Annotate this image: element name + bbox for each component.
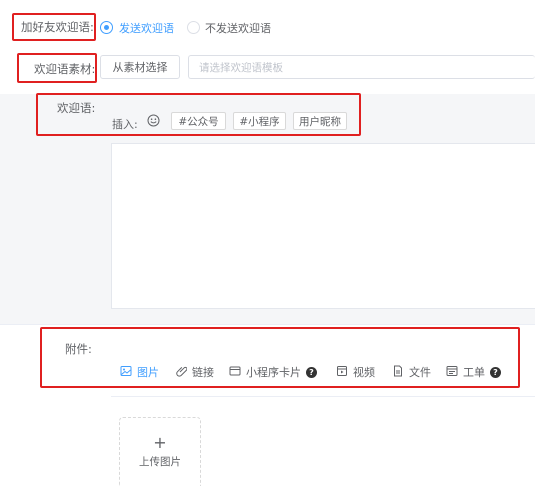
welcome-switch-label: 加好友欢迎语: [21,20,94,34]
highlight-box [40,327,520,388]
template-select-input[interactable]: 请选择欢迎语模板 [188,55,535,79]
radio-label[interactable]: 发送欢迎语 [119,20,174,36]
select-from-material-button[interactable]: 从素材选择 [100,55,180,79]
radio-label[interactable]: 不发送欢迎语 [205,20,271,36]
upload-image-button[interactable]: + 上传图片 [119,417,201,486]
plus-icon: + [153,432,167,452]
divider [0,324,535,325]
material-label: 欢迎语素材: [34,62,96,76]
divider [111,396,535,397]
greeting-textarea[interactable] [111,143,535,309]
highlight-box [36,93,361,136]
radio-checked-icon[interactable] [100,21,113,34]
upload-label: 上传图片 [139,455,181,468]
radio-unchecked-icon[interactable] [187,21,200,34]
